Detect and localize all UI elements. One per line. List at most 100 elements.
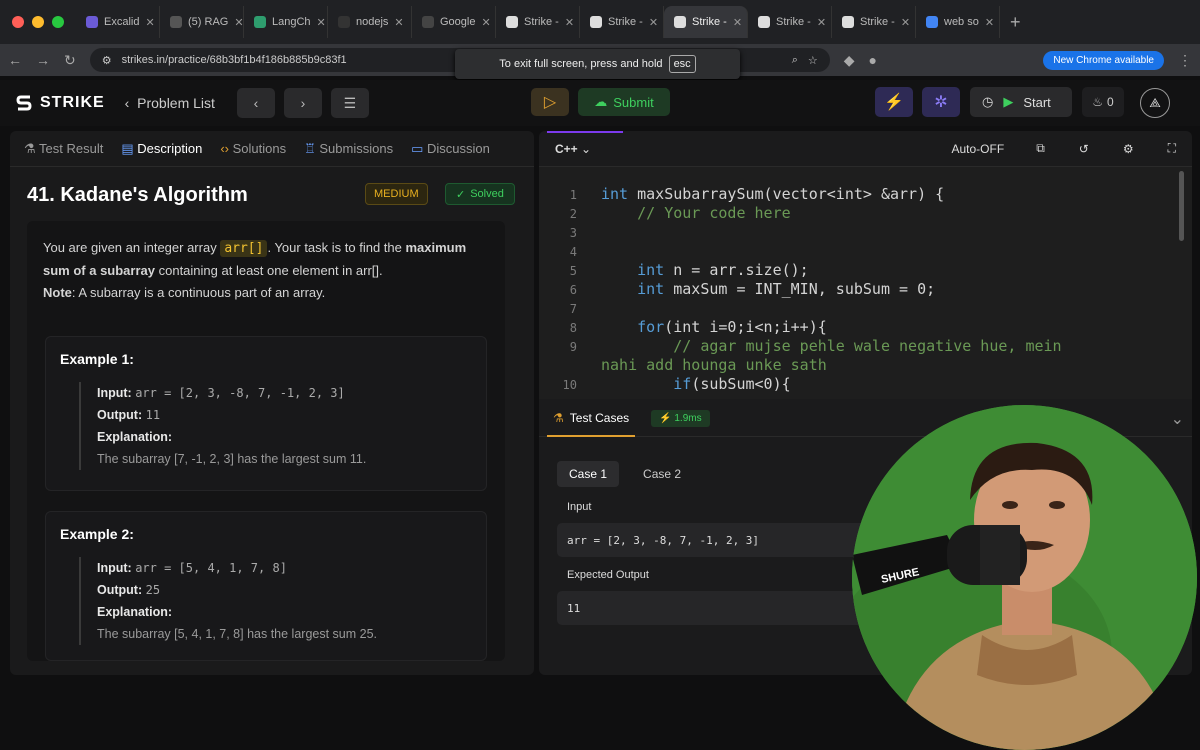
- problem-statement: You are given an integer array arr[]. Yo…: [43, 237, 493, 304]
- back-icon[interactable]: ←: [8, 52, 22, 68]
- browser-tab[interactable]: Strike - ✕: [496, 6, 580, 38]
- explanation-label: Explanation:: [97, 430, 173, 444]
- list-icon[interactable]: ☰: [330, 88, 369, 118]
- reset-icon[interactable]: ↺: [1079, 142, 1089, 156]
- example-input: arr = [5, 4, 1, 7, 8]: [135, 561, 287, 575]
- browser-tab[interactable]: Strike - ✕: [748, 6, 832, 38]
- fullscreen-window-button[interactable]: [52, 16, 64, 28]
- tab-test-result[interactable]: ⚗ Test Result: [24, 141, 103, 157]
- streak-counter[interactable]: ♨ 0: [1082, 87, 1124, 117]
- code-keyword: int: [601, 280, 665, 298]
- tab-submissions[interactable]: ♖ Submissions: [304, 141, 393, 157]
- minimize-window-button[interactable]: [32, 16, 44, 28]
- runtime-badge: ⚡ 1.9ms: [651, 410, 710, 427]
- close-tab-icon[interactable]: ✕: [317, 16, 326, 29]
- close-tab-icon[interactable]: ✕: [234, 16, 243, 29]
- example-output: 25: [145, 583, 161, 597]
- case-tabs: Case 1 Case 2: [557, 461, 693, 487]
- browser-tab[interactable]: Excalid ✕: [76, 6, 160, 38]
- expand-icon[interactable]: ⛶: [1168, 141, 1176, 156]
- reload-icon[interactable]: ↻: [64, 52, 76, 69]
- ai-bolt-button[interactable]: ⚡: [875, 87, 913, 117]
- favicon-icon: [590, 16, 602, 28]
- browser-tab-label: (5) RAG: [188, 16, 229, 28]
- favicon-icon: [674, 16, 686, 28]
- close-tab-icon[interactable]: ✕: [565, 16, 574, 29]
- browser-tab[interactable]: Strike - ✕: [580, 6, 664, 38]
- forward-icon[interactable]: →: [36, 52, 50, 68]
- close-tab-icon[interactable]: ✕: [817, 16, 826, 29]
- runtime-value: 1.9ms: [674, 413, 702, 424]
- close-tab-icon[interactable]: ✕: [985, 16, 994, 29]
- tab-solutions[interactable]: ‹› Solutions: [220, 141, 286, 156]
- settings-icon[interactable]: ⚙: [1123, 142, 1134, 156]
- language-select[interactable]: C++ ⌄: [555, 142, 591, 156]
- chat-icon: ▭: [411, 140, 424, 156]
- check-circle-icon: ✓: [456, 188, 466, 201]
- close-window-button[interactable]: [12, 16, 24, 28]
- favicon-icon: [506, 16, 518, 28]
- close-tab-icon[interactable]: ✕: [481, 16, 490, 29]
- browser-tab[interactable]: Strike - ✕: [664, 6, 748, 38]
- browser-tab[interactable]: web so ✕: [916, 6, 1000, 38]
- next-problem-button[interactable]: ›: [283, 88, 322, 118]
- tab-description[interactable]: ▤ Description: [121, 141, 202, 157]
- input-label: Input:: [97, 561, 132, 575]
- profile-icon[interactable]: ●: [869, 52, 877, 68]
- strike-logo-icon: [16, 95, 32, 111]
- favicon-icon: [170, 16, 182, 28]
- strike-logo[interactable]: STRIKE: [16, 94, 105, 112]
- code-text: maxSum = INT_MIN, subSum = 0;: [664, 280, 936, 298]
- new-tab-button[interactable]: +: [1000, 12, 1031, 33]
- extension-icon[interactable]: ◆: [844, 52, 855, 69]
- tab-test-cases[interactable]: ⚗ Test Cases: [547, 401, 636, 437]
- browser-tab-label: Strike -: [692, 16, 727, 28]
- input-value[interactable]: arr = [2, 3, -8, 7, -1, 2, 3]: [557, 523, 897, 557]
- run-button[interactable]: ▷: [531, 88, 569, 116]
- autosave-toggle[interactable]: Auto-OFF: [952, 142, 1005, 156]
- new-chrome-button[interactable]: New Chrome available: [1043, 50, 1164, 70]
- line-number: 10: [562, 378, 577, 392]
- case-tab-1[interactable]: Case 1: [557, 461, 620, 487]
- browser-tab[interactable]: Google ✕: [412, 6, 496, 38]
- example-explanation: The subarray [5, 4, 1, 7, 8] has the lar…: [97, 627, 378, 641]
- line-number: 5: [569, 264, 577, 278]
- copy-icon[interactable]: ⧉: [1036, 141, 1045, 156]
- close-tab-icon[interactable]: ✕: [733, 16, 742, 29]
- code-keyword: if: [601, 375, 692, 393]
- statement-text: containing at least one element in arr[]…: [155, 263, 383, 278]
- browser-tab[interactable]: nodejs ✕: [328, 6, 412, 38]
- close-tab-icon[interactable]: ✕: [649, 16, 658, 29]
- flask-icon: ⚗: [24, 140, 36, 156]
- debug-button[interactable]: ✲: [922, 87, 960, 117]
- submit-button[interactable]: ☁ Submit: [578, 88, 670, 116]
- editor-scrollbar[interactable]: [1179, 171, 1184, 241]
- menu-icon[interactable]: ⋮: [1178, 52, 1192, 69]
- close-tab-icon[interactable]: ✕: [901, 16, 910, 29]
- prev-problem-button[interactable]: ‹: [236, 88, 275, 118]
- browser-tab[interactable]: LangCh ✕: [244, 6, 328, 38]
- browser-tab[interactable]: (5) RAG ✕: [160, 6, 244, 38]
- flask-icon: ⚗: [553, 410, 564, 425]
- start-play-icon: ▶: [1003, 94, 1014, 109]
- difficulty-badge: MEDIUM: [365, 183, 428, 205]
- streak-value: 0: [1107, 95, 1114, 109]
- browser-tab[interactable]: Strike - ✕: [832, 6, 916, 38]
- chevron-down-icon: ⌄: [581, 141, 592, 156]
- timer-start-button[interactable]: ◷ ▶ Start: [970, 87, 1072, 117]
- problem-list-link[interactable]: ‹ Problem List: [125, 95, 215, 111]
- close-tab-icon[interactable]: ✕: [145, 16, 154, 29]
- site-info-icon[interactable]: ⚙: [102, 54, 112, 67]
- zoom-icon[interactable]: ⌕: [792, 54, 798, 67]
- code-line: // agar mujse pehle wale negative hue, m…: [601, 337, 1062, 355]
- bookmark-star-icon[interactable]: ☆: [808, 54, 818, 67]
- code-comment: // agar mujse pehle wale negative hue, m…: [601, 337, 1062, 355]
- code-editor[interactable]: 1 int maxSubarraySum(vector<int> &arr) {2…: [539, 167, 1192, 399]
- case-tab-2[interactable]: Case 2: [631, 461, 693, 487]
- code-keyword: int: [601, 261, 665, 279]
- user-avatar[interactable]: ⟁: [1140, 88, 1170, 118]
- close-tab-icon[interactable]: ✕: [394, 16, 403, 29]
- code-line: // Your code here: [601, 204, 791, 222]
- tab-discussion[interactable]: ▭ Discussion: [411, 141, 490, 157]
- chevron-down-icon[interactable]: ⌄: [1171, 409, 1184, 429]
